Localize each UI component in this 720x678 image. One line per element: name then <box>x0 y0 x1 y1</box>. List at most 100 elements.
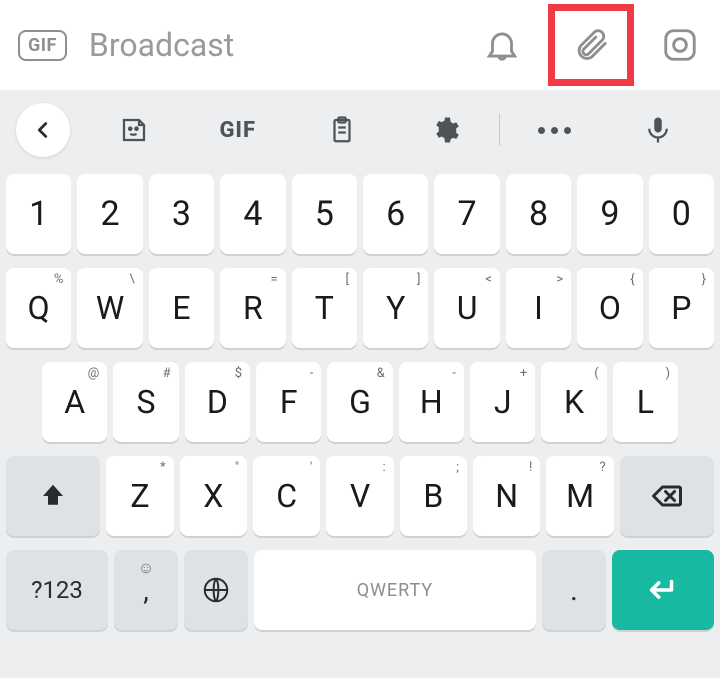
key-label: Q <box>28 289 50 327</box>
key-hint: ; <box>456 460 459 475</box>
key-label: 5 <box>315 194 334 234</box>
key-label: 7 <box>458 194 477 234</box>
key-z[interactable]: Z* <box>106 456 173 536</box>
number-row: 12345 6 7 8 9 0 <box>6 174 714 254</box>
key-6[interactable]: 6 <box>363 174 428 254</box>
key-hint: ! <box>529 460 532 475</box>
key-hint: \ <box>129 272 134 287</box>
qwerty-row-1: Q%W\ER=T[Y]U<I>O{P} <box>6 268 714 348</box>
key-y[interactable]: Y] <box>363 268 428 348</box>
key-hint: ) <box>665 366 670 381</box>
key-hint: * <box>160 460 166 475</box>
comma-key[interactable]: ☺ , <box>114 550 178 630</box>
key-e[interactable]: E <box>149 268 214 348</box>
virtual-keyboard: GIF 1234567890 Q%W\ER=T[Y]U<I>O{P} A@S#D… <box>0 90 720 678</box>
key-p[interactable]: P} <box>649 268 714 348</box>
gif-button[interactable]: GIF <box>186 102 290 158</box>
enter-key[interactable] <box>612 550 714 630</box>
key-h[interactable]: H- <box>399 362 464 442</box>
key-hint: : <box>383 460 386 475</box>
key-hint: ? <box>600 460 606 475</box>
key-t[interactable]: T[ <box>292 268 357 348</box>
key-hint: ( <box>594 366 598 381</box>
key-1[interactable]: 1 <box>6 174 71 254</box>
key-hint: ' <box>310 460 312 475</box>
comma-label: , <box>143 574 149 607</box>
key-q[interactable]: Q% <box>6 268 71 348</box>
backspace-key[interactable] <box>620 456 714 536</box>
key-3[interactable]: 3 <box>149 174 214 254</box>
sticker-icon[interactable] <box>82 102 186 158</box>
key-i[interactable]: I> <box>506 268 571 348</box>
key-label: B <box>423 477 443 515</box>
key-w[interactable]: W\ <box>77 268 142 348</box>
key-label: Z <box>130 477 149 515</box>
key-label: 0 <box>672 194 691 234</box>
microphone-icon[interactable] <box>606 102 710 158</box>
camera-icon[interactable] <box>658 23 702 67</box>
key-label: W <box>96 289 124 327</box>
key-label: 9 <box>600 194 619 234</box>
key-label: 8 <box>529 194 548 234</box>
key-label: E <box>172 289 190 327</box>
key-hint: & <box>377 366 385 381</box>
message-input[interactable]: Broadcast <box>85 26 462 64</box>
key-9[interactable]: 9 <box>577 174 642 254</box>
emoji-icon: ☺ <box>138 558 154 578</box>
key-x[interactable]: X" <box>180 456 247 536</box>
key-label: N <box>495 477 518 515</box>
period-key[interactable]: . <box>542 550 606 630</box>
key-v[interactable]: V: <box>326 456 393 536</box>
key-hint: } <box>702 272 706 287</box>
key-label: 3 <box>172 194 191 234</box>
key-2[interactable]: 2 <box>77 174 142 254</box>
toolbar-divider <box>499 114 500 146</box>
gear-icon[interactable] <box>393 102 497 158</box>
key-hint: < <box>485 272 492 287</box>
key-hint: " <box>235 460 239 475</box>
key-hint: $ <box>235 366 242 381</box>
key-label: O <box>599 289 621 327</box>
gif-icon[interactable]: GIF <box>18 30 67 61</box>
key-o[interactable]: O{ <box>577 268 642 348</box>
language-key[interactable] <box>184 550 248 630</box>
key-g[interactable]: G& <box>327 362 392 442</box>
key-k[interactable]: K( <box>541 362 606 442</box>
key-a[interactable]: A@ <box>42 362 107 442</box>
key-s[interactable]: S# <box>113 362 178 442</box>
key-f[interactable]: F- <box>256 362 321 442</box>
key-hint: ] <box>417 272 420 287</box>
key-label: F <box>280 383 298 421</box>
key-label: R <box>243 289 263 327</box>
keyboard-back-button[interactable] <box>16 103 70 157</box>
message-input-bar: GIF Broadcast <box>0 0 720 90</box>
key-j[interactable]: J+ <box>470 362 535 442</box>
key-hint: = <box>270 272 277 287</box>
key-label: Y <box>386 289 405 327</box>
key-7[interactable]: 7 <box>434 174 499 254</box>
shift-key[interactable] <box>6 456 100 536</box>
key-l[interactable]: L) <box>613 362 678 442</box>
symbols-key[interactable]: ?123 <box>6 550 108 630</box>
key-label: 6 <box>386 194 405 234</box>
attachment-highlight <box>548 4 634 86</box>
bottom-row: ?123 ☺ , QWERTY . <box>0 550 720 640</box>
bell-icon[interactable] <box>480 23 524 67</box>
key-0[interactable]: 0 <box>649 174 714 254</box>
key-8[interactable]: 8 <box>506 174 571 254</box>
more-icon[interactable] <box>502 102 606 158</box>
key-m[interactable]: M? <box>546 456 613 536</box>
key-r[interactable]: R= <box>220 268 285 348</box>
qwerty-row-2: A@S#D$F-G&H-J+K(L) <box>6 362 714 442</box>
paperclip-icon[interactable] <box>555 11 627 79</box>
key-c[interactable]: C' <box>253 456 320 536</box>
key-4[interactable]: 4 <box>220 174 285 254</box>
key-d[interactable]: D$ <box>185 362 250 442</box>
key-hint: % <box>54 272 64 287</box>
clipboard-icon[interactable] <box>290 102 394 158</box>
key-b[interactable]: B; <box>400 456 467 536</box>
key-u[interactable]: U< <box>434 268 499 348</box>
key-5[interactable]: 5 <box>292 174 357 254</box>
space-key[interactable]: QWERTY <box>254 550 536 630</box>
key-n[interactable]: N! <box>473 456 540 536</box>
